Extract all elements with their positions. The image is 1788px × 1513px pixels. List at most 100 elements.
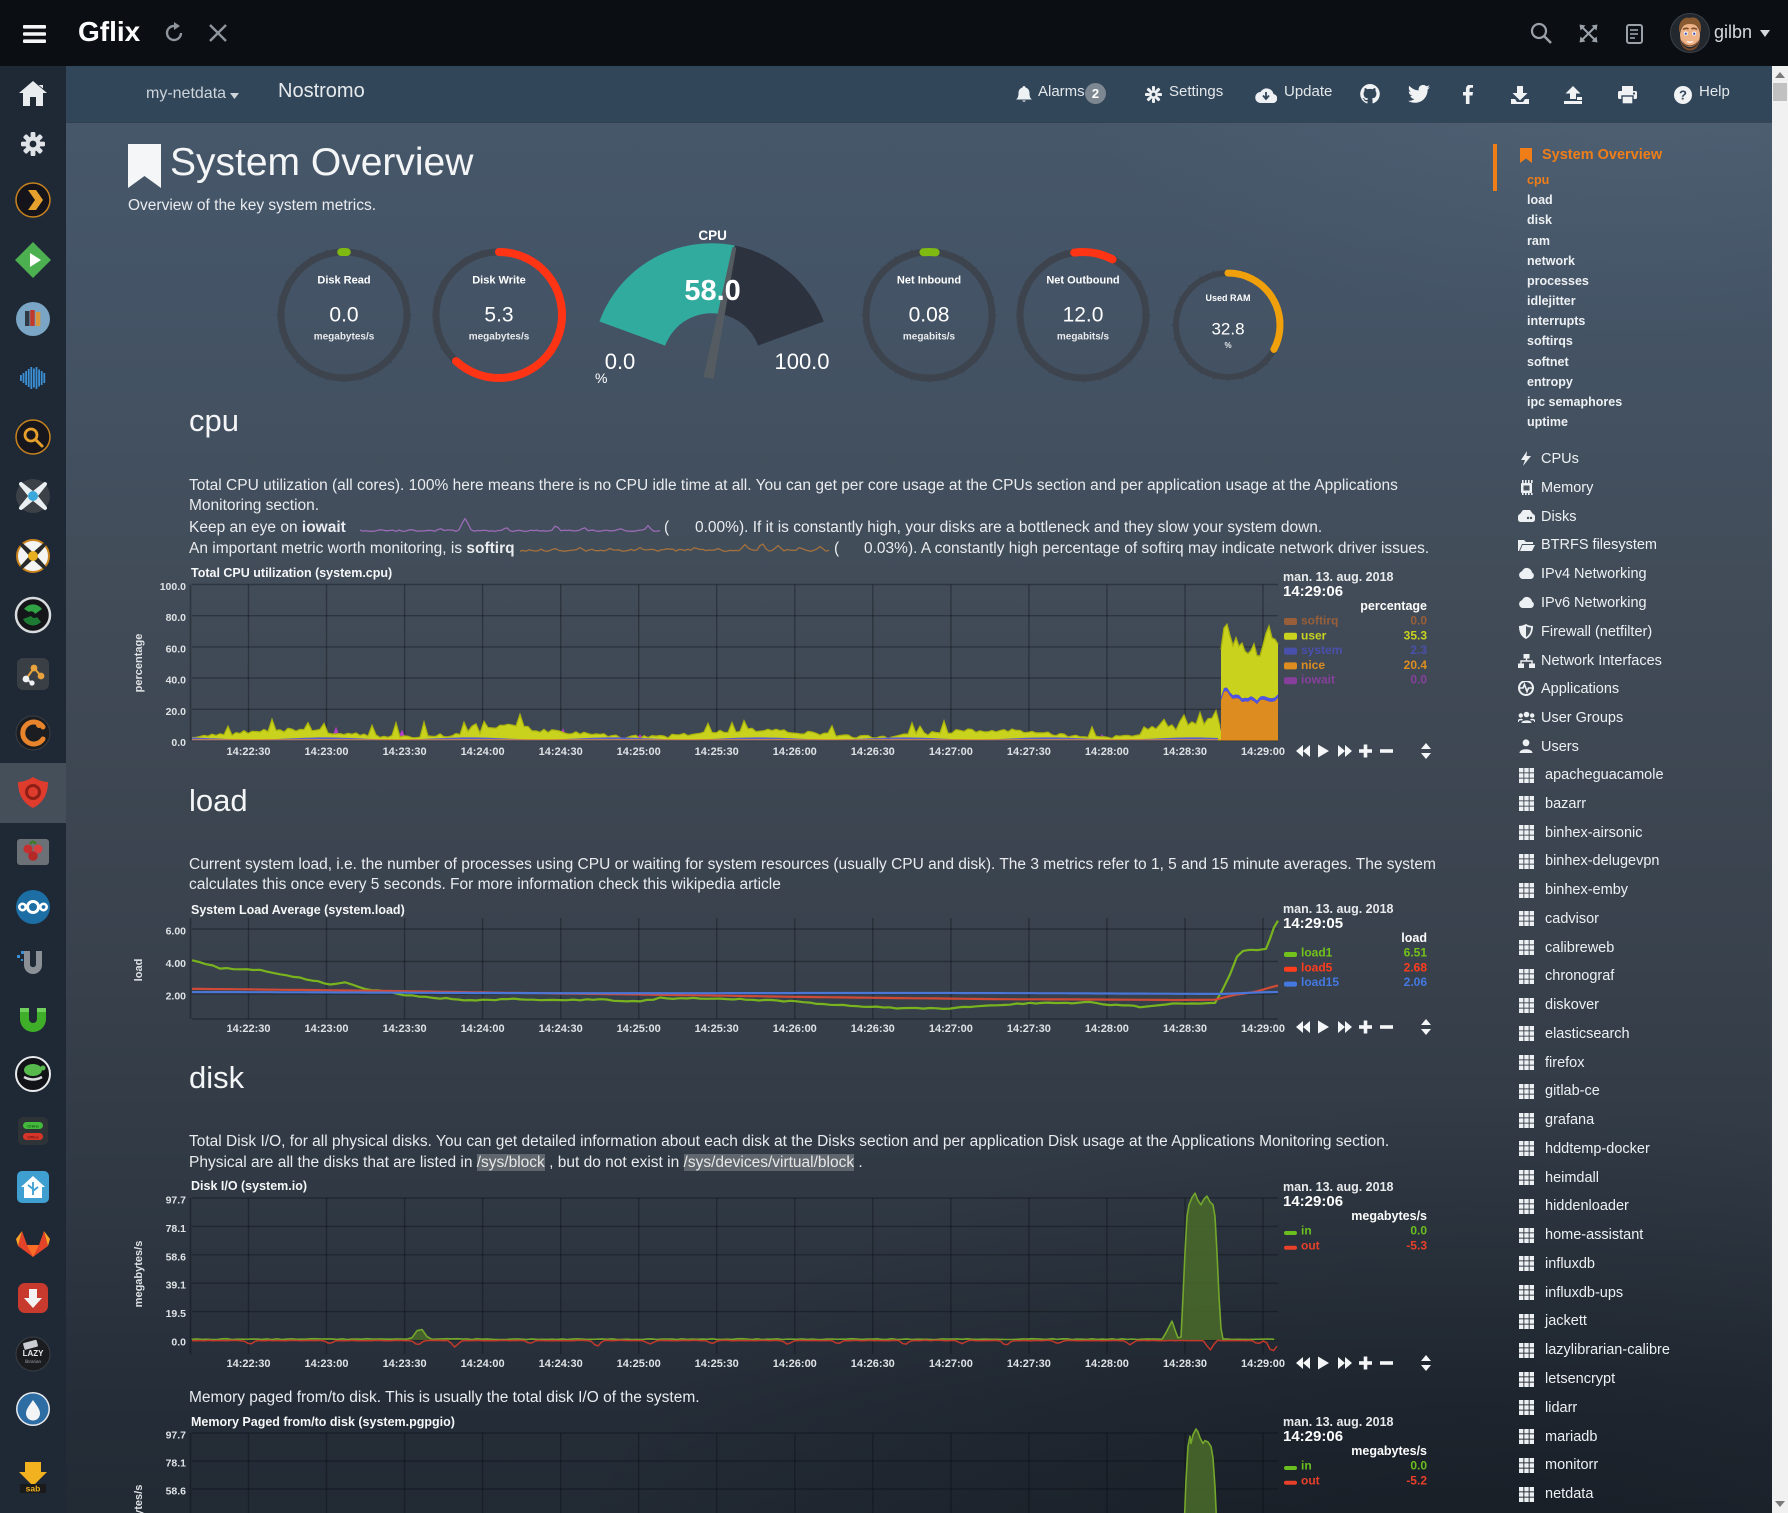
svg-text:14:23:30: 14:23:30 bbox=[383, 746, 427, 758]
svg-text:megabytes/s: megabytes/s bbox=[1351, 1209, 1427, 1223]
svg-text:0.0: 0.0 bbox=[1410, 614, 1427, 628]
svg-text:load: load bbox=[133, 959, 145, 982]
svg-text:32.8: 32.8 bbox=[1211, 319, 1244, 338]
svg-text:14:23:00: 14:23:00 bbox=[304, 1023, 348, 1035]
svg-text:nice: nice bbox=[1301, 658, 1325, 672]
svg-text:14:25:30: 14:25:30 bbox=[695, 1358, 739, 1370]
svg-text:megabytes/s: megabytes/s bbox=[1351, 1444, 1427, 1458]
svg-text:14:27:00: 14:27:00 bbox=[929, 1358, 973, 1370]
svg-text:Online: Online bbox=[27, 1124, 39, 1129]
svg-text:14:29:00: 14:29:00 bbox=[1241, 1358, 1285, 1370]
svg-text:Memory Paged from/to disk (sys: Memory Paged from/to disk (system.pgpgio… bbox=[191, 1415, 455, 1429]
svg-text:man. 13. aug. 2018: man. 13. aug. 2018 bbox=[1283, 1415, 1394, 1429]
svg-text:100.0: 100.0 bbox=[160, 581, 186, 593]
svg-text:CPU: CPU bbox=[698, 228, 727, 243]
svg-text:14:22:30: 14:22:30 bbox=[226, 1023, 270, 1035]
svg-text:0.0: 0.0 bbox=[171, 1337, 186, 1349]
svg-text:0.0: 0.0 bbox=[605, 349, 636, 374]
svg-text:Disk I/O (system.io): Disk I/O (system.io) bbox=[191, 1179, 307, 1193]
svg-text:megabytes/s: megabytes/s bbox=[133, 1485, 145, 1513]
svg-text:0.0: 0.0 bbox=[171, 737, 186, 749]
svg-text:19.5: 19.5 bbox=[166, 1308, 187, 1320]
svg-text:14:27:00: 14:27:00 bbox=[929, 746, 973, 758]
svg-text:14:24:30: 14:24:30 bbox=[539, 1358, 583, 1370]
svg-text:out: out bbox=[1301, 1238, 1320, 1252]
svg-text:iowait: iowait bbox=[1301, 673, 1335, 687]
svg-text:20.4: 20.4 bbox=[1404, 658, 1428, 672]
svg-text:user: user bbox=[1301, 628, 1327, 642]
svg-text:14:22:30: 14:22:30 bbox=[226, 746, 270, 758]
svg-text:2.00: 2.00 bbox=[166, 991, 187, 1003]
svg-text:14:28:00: 14:28:00 bbox=[1085, 1358, 1129, 1370]
svg-text:35.3: 35.3 bbox=[1404, 628, 1428, 642]
svg-text:14:23:30: 14:23:30 bbox=[383, 1358, 427, 1370]
svg-text:14:28:30: 14:28:30 bbox=[1163, 746, 1207, 758]
svg-text:14:28:00: 14:28:00 bbox=[1085, 746, 1129, 758]
svg-text:14:29:06: 14:29:06 bbox=[1283, 1193, 1343, 1210]
svg-text:%: % bbox=[595, 370, 607, 386]
svg-text:14:27:30: 14:27:30 bbox=[1007, 1023, 1051, 1035]
svg-text:in: in bbox=[1301, 1459, 1312, 1473]
svg-text:megabits/s: megabits/s bbox=[903, 332, 956, 343]
svg-text:14:25:00: 14:25:00 bbox=[617, 1023, 661, 1035]
svg-text:load: load bbox=[1401, 931, 1427, 945]
svg-text:sab: sab bbox=[26, 1484, 41, 1494]
svg-text:14:26:00: 14:26:00 bbox=[773, 746, 817, 758]
svg-text:58.0: 58.0 bbox=[684, 275, 740, 307]
svg-text:58.6: 58.6 bbox=[166, 1251, 187, 1263]
svg-text:Used RAM: Used RAM bbox=[1205, 293, 1250, 303]
svg-text:LAZY: LAZY bbox=[23, 1349, 45, 1358]
svg-text:-5.2: -5.2 bbox=[1406, 1473, 1427, 1487]
svg-text:6.51: 6.51 bbox=[1404, 946, 1428, 960]
svg-text:14:26:30: 14:26:30 bbox=[851, 746, 895, 758]
svg-text:librarian: librarian bbox=[25, 1359, 42, 1364]
svg-text:load1: load1 bbox=[1301, 946, 1333, 960]
svg-text:14:25:30: 14:25:30 bbox=[695, 746, 739, 758]
svg-text:Total CPU utilization (system.: Total CPU utilization (system.cpu) bbox=[191, 566, 392, 580]
svg-text:2.06: 2.06 bbox=[1404, 975, 1428, 989]
svg-text:14:29:06: 14:29:06 bbox=[1283, 583, 1343, 600]
svg-text:14:24:00: 14:24:00 bbox=[461, 1358, 505, 1370]
svg-text:80.0: 80.0 bbox=[166, 612, 187, 624]
svg-text:0.08: 0.08 bbox=[909, 304, 950, 327]
svg-text:14:28:30: 14:28:30 bbox=[1163, 1358, 1207, 1370]
svg-text:-5.3: -5.3 bbox=[1406, 1238, 1427, 1252]
svg-text:load15: load15 bbox=[1301, 975, 1339, 989]
svg-text:percentage: percentage bbox=[1360, 599, 1427, 613]
svg-text:14:26:30: 14:26:30 bbox=[851, 1023, 895, 1035]
svg-text:14:23:00: 14:23:00 bbox=[304, 746, 348, 758]
svg-text:6.00: 6.00 bbox=[166, 926, 187, 938]
svg-text:14:24:30: 14:24:30 bbox=[539, 746, 583, 758]
svg-text:0.0: 0.0 bbox=[1410, 1459, 1427, 1473]
svg-text:5.3: 5.3 bbox=[484, 304, 513, 327]
svg-text:14:29:00: 14:29:00 bbox=[1241, 1023, 1285, 1035]
svg-text:in: in bbox=[1301, 1224, 1312, 1238]
svg-text:2.68: 2.68 bbox=[1404, 960, 1428, 974]
svg-text:12.0: 12.0 bbox=[1063, 304, 1104, 327]
svg-text:14:24:00: 14:24:00 bbox=[461, 1023, 505, 1035]
svg-text:78.1: 78.1 bbox=[166, 1223, 187, 1235]
svg-text:0.0: 0.0 bbox=[1410, 673, 1427, 687]
svg-text:78.1: 78.1 bbox=[166, 1458, 187, 1470]
svg-text:14:25:00: 14:25:00 bbox=[617, 1358, 661, 1370]
svg-text:out: out bbox=[1301, 1473, 1320, 1487]
svg-text:14:26:00: 14:26:00 bbox=[773, 1023, 817, 1035]
svg-text:percentage: percentage bbox=[133, 634, 145, 693]
svg-text:14:26:30: 14:26:30 bbox=[851, 1358, 895, 1370]
svg-text:14:23:30: 14:23:30 bbox=[383, 1023, 427, 1035]
svg-text:14:27:30: 14:27:30 bbox=[1007, 746, 1051, 758]
svg-text:14:27:00: 14:27:00 bbox=[929, 1023, 973, 1035]
svg-text:60.0: 60.0 bbox=[166, 643, 187, 655]
svg-text:man. 13. aug. 2018: man. 13. aug. 2018 bbox=[1283, 570, 1394, 584]
svg-text:100.0: 100.0 bbox=[774, 349, 829, 374]
svg-text:Disk Read: Disk Read bbox=[317, 275, 370, 287]
svg-text:14:27:30: 14:27:30 bbox=[1007, 1358, 1051, 1370]
svg-text:14:29:00: 14:29:00 bbox=[1241, 746, 1285, 758]
svg-text:Net Outbound: Net Outbound bbox=[1046, 275, 1119, 287]
svg-text:%: % bbox=[1224, 341, 1231, 350]
svg-text:14:25:00: 14:25:00 bbox=[617, 746, 661, 758]
svg-text:40.0: 40.0 bbox=[166, 675, 187, 687]
svg-text:58.6: 58.6 bbox=[166, 1486, 187, 1498]
svg-text:megabytes/s: megabytes/s bbox=[469, 332, 530, 343]
svg-text:14:22:30: 14:22:30 bbox=[226, 1358, 270, 1370]
